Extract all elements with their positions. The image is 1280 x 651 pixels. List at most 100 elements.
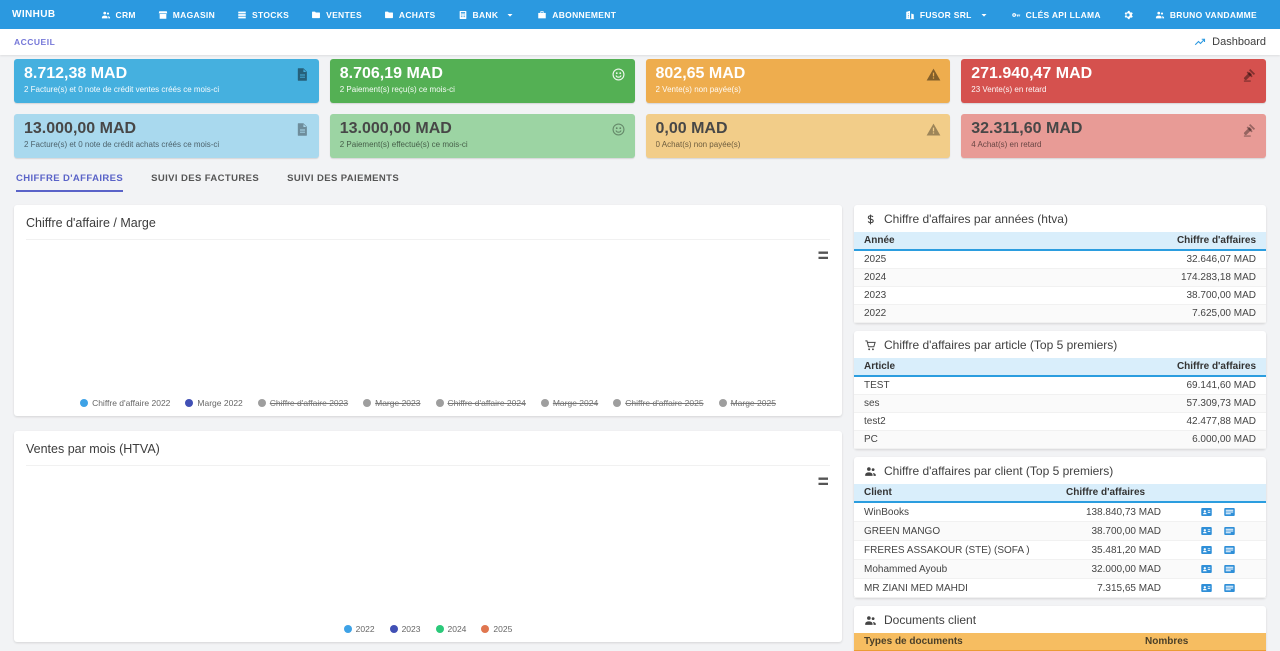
card-label: 2 Facture(s) et 0 note de crédit ventes … xyxy=(24,85,309,95)
data-table: AnnéeChiffre d'affaires202532.646,07 MAD… xyxy=(854,232,1266,323)
legend-item-marge-2022[interactable]: Marge 2022 xyxy=(185,398,242,408)
panel-client-documents: Documents clientTypes de documentsNombre… xyxy=(854,606,1266,651)
column-header: Année xyxy=(854,232,993,250)
list-icon[interactable] xyxy=(1222,525,1237,537)
card-label: 2 Vente(s) non payée(s) xyxy=(656,85,941,95)
contact-icon[interactable] xyxy=(1199,563,1214,575)
column-header-actions xyxy=(1205,633,1266,651)
legend-item-2023[interactable]: 2023 xyxy=(390,624,421,634)
card-amount: 0,00 MAD xyxy=(656,118,941,140)
settings-button[interactable] xyxy=(1112,0,1144,29)
summary-card-8[interactable]: 32.311,60 MAD4 Achat(s) en retard xyxy=(961,114,1266,158)
nav-item-bank[interactable]: BANK xyxy=(447,0,527,29)
summary-card-2[interactable]: 8.706,19 MAD2 Paiement(s) reçu(s) ce moi… xyxy=(330,59,635,103)
api-keys-button[interactable]: CLÉS API LLAMA xyxy=(1000,0,1112,29)
summary-card-4[interactable]: 271.940,47 MAD23 Vente(s) en retard xyxy=(961,59,1266,103)
cart-icon xyxy=(864,339,877,352)
nav-item-crm[interactable]: CRM xyxy=(90,0,147,29)
list-icon[interactable] xyxy=(1222,506,1237,518)
summary-card-6[interactable]: 13.000,00 MAD2 Paiement(s) effectué(s) c… xyxy=(330,114,635,158)
tables-column: Chiffre d'affaires par années (htva)Anné… xyxy=(854,205,1266,651)
smiley-icon xyxy=(611,122,626,137)
tab-chiffre-d-affaires[interactable]: CHIFFRE D'AFFAIRES xyxy=(16,173,123,192)
list-icon[interactable] xyxy=(1222,582,1237,594)
chart-title: Ventes par mois (HTVA) xyxy=(26,442,160,456)
nav-item-stocks[interactable]: STOCKS xyxy=(226,0,300,29)
nav-item-label: ACHATS xyxy=(399,10,436,20)
legend-item-marge-2025[interactable]: Marge 2025 xyxy=(719,398,776,408)
briefcase-icon xyxy=(537,10,547,20)
gear-icon xyxy=(1123,10,1133,20)
summary-card-7[interactable]: 0,00 MAD0 Achat(s) non payée(s) xyxy=(646,114,951,158)
contact-icon[interactable] xyxy=(1199,525,1214,537)
chart-legend: 2022 2023 2024 2025 xyxy=(26,623,830,638)
data-table: ClientChiffre d'affairesWinBooks138.840,… xyxy=(854,484,1266,598)
people-icon xyxy=(864,465,877,478)
people-icon xyxy=(1155,10,1165,20)
panel-title: Chiffre d'affaires par client (Top 5 pre… xyxy=(854,457,1266,484)
main-menu: CRM MAGASIN STOCKS VENTES ACHATS BANKABONNEME… xyxy=(90,0,628,29)
page-title: Dashboard xyxy=(1212,36,1266,48)
breadcrumb-home-link[interactable]: ACCUEIL xyxy=(14,37,55,47)
warning-icon xyxy=(926,67,941,82)
nav-item-label: CRM xyxy=(116,10,136,20)
legend-item-2022[interactable]: 2022 xyxy=(344,624,375,634)
column-header: Client xyxy=(854,484,1056,502)
nav-item-magasin[interactable]: MAGASIN xyxy=(147,0,226,29)
warning-icon xyxy=(926,122,941,137)
column-header: Article xyxy=(854,358,994,376)
people-icon xyxy=(101,10,111,20)
legend-item-chiffre-d-affaire-2022[interactable]: Chiffre d'affaire 2022 xyxy=(80,398,170,408)
legend-item-chiffre-d-affaire-2024[interactable]: Chiffre d'affaire 2024 xyxy=(436,398,526,408)
contact-icon[interactable] xyxy=(1199,582,1214,594)
user-menu[interactable]: BRUNO VANDAMME xyxy=(1144,0,1268,29)
nav-item-abonnement[interactable]: ABONNEMENT xyxy=(526,0,627,29)
list-icon[interactable] xyxy=(1222,544,1237,556)
gavel-icon xyxy=(1242,67,1257,82)
chart-menu-icon[interactable]: 02k4k6kMontant (HTVA)JanvierFévrierMarsA… xyxy=(815,246,828,259)
panel-annual-revenue: Chiffre d'affaires par années (htva)Anné… xyxy=(854,205,1266,323)
nav-item-ventes[interactable]: VENTES xyxy=(300,0,373,29)
building-icon xyxy=(905,10,915,20)
summary-card-3[interactable]: 802,65 MAD2 Vente(s) non payée(s) xyxy=(646,59,951,103)
list-icon[interactable] xyxy=(1222,563,1237,575)
contact-icon[interactable] xyxy=(1199,506,1214,518)
smiley-icon xyxy=(611,67,626,82)
tab-suivi-des-paiements[interactable]: SUIVI DES PAIEMENTS xyxy=(287,173,399,192)
table-row: GREEN MANGO38.700,00 MAD xyxy=(854,522,1266,541)
legend-item-marge-2023[interactable]: Marge 2023 xyxy=(363,398,420,408)
app-logo[interactable]: WINHUB xyxy=(12,9,56,20)
breadcrumb-bar: ACCUEIL Dashboard xyxy=(0,29,1280,55)
summary-card-1[interactable]: 8.712,38 MAD2 Facture(s) et 0 note de cr… xyxy=(14,59,319,103)
contact-icon[interactable] xyxy=(1199,544,1214,556)
tab-suivi-des-factures[interactable]: SUIVI DES FACTURES xyxy=(151,173,259,192)
svg-text:Montant (HTVA): Montant (HTVA) xyxy=(815,472,828,474)
column-header: Types de documents xyxy=(854,633,1135,651)
gavel-icon xyxy=(1242,122,1257,137)
breadcrumb-current: Dashboard xyxy=(1193,36,1266,48)
svg-text:Montant (HTVA): Montant (HTVA) xyxy=(815,246,828,248)
nav-item-achats[interactable]: ACHATS xyxy=(373,0,447,29)
legend-item-chiffre-d-affaire-2023[interactable]: Chiffre d'affaire 2023 xyxy=(258,398,348,408)
card-amount: 8.706,19 MAD xyxy=(340,63,625,85)
company-selector[interactable]: FUSOR SRL xyxy=(894,0,1000,29)
nav-item-label: STOCKS xyxy=(252,10,289,20)
table-row: 2024174.283,18 MAD xyxy=(854,269,1266,287)
key-icon xyxy=(1011,10,1021,20)
chart-menu-icon[interactable]: 050k100k150kMontant (HTVA)JanFebMarAprMa… xyxy=(815,472,828,485)
nav-item-label: MAGASIN xyxy=(173,10,215,20)
data-table: Types de documentsNombresBon de livraiso… xyxy=(854,633,1266,651)
card-amount: 13.000,00 MAD xyxy=(24,118,309,140)
chart-title: Chiffre d'affaire / Marge xyxy=(26,216,156,230)
summary-card-5[interactable]: 13.000,00 MAD2 Facture(s) et 0 note de c… xyxy=(14,114,319,158)
dollar-icon xyxy=(864,213,877,226)
legend-item-chiffre-d-affaire-2025[interactable]: Chiffre d'affaire 2025 xyxy=(613,398,703,408)
chart-sales-by-month: Ventes par mois (HTVA) 050k100k150kMontan… xyxy=(14,431,842,642)
card-label: 2 Paiement(s) reçu(s) ce mois-ci xyxy=(340,85,625,95)
chart-revenue-margin: Chiffre d'affaire / Marge 02k4k6kMontant … xyxy=(14,205,842,416)
legend-item-2025[interactable]: 2025 xyxy=(481,624,512,634)
card-amount: 271.940,47 MAD xyxy=(971,63,1256,85)
legend-item-marge-2024[interactable]: Marge 2024 xyxy=(541,398,598,408)
card-label: 4 Achat(s) en retard xyxy=(971,140,1256,150)
legend-item-2024[interactable]: 2024 xyxy=(436,624,467,634)
